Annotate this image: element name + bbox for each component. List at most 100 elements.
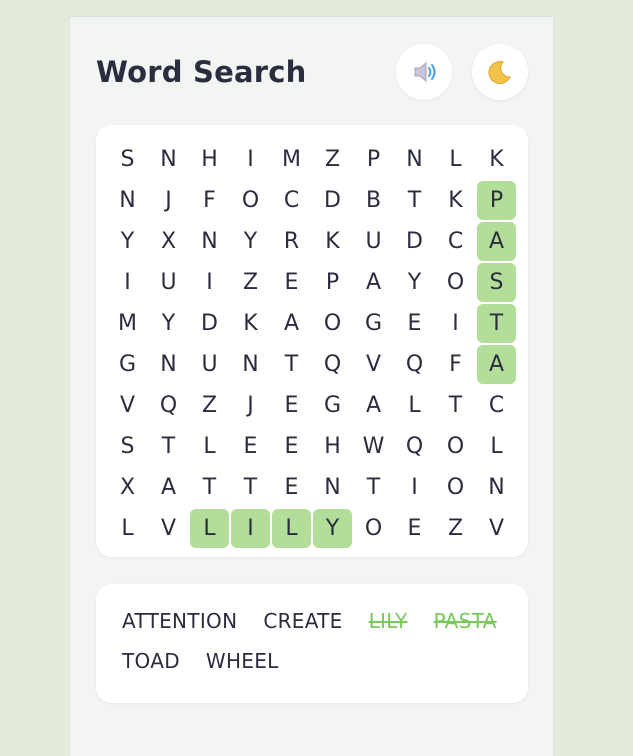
grid-cell[interactable]: Y xyxy=(149,304,188,343)
grid-cell[interactable]: M xyxy=(108,304,147,343)
grid-cell[interactable]: N xyxy=(149,345,188,384)
grid-cell[interactable]: L xyxy=(190,427,229,466)
grid-cell[interactable]: Q xyxy=(313,345,352,384)
grid-cell[interactable]: O xyxy=(231,181,270,220)
grid-cell[interactable]: G xyxy=(108,345,147,384)
grid-cell[interactable]: T xyxy=(477,304,516,343)
grid-cell[interactable]: N xyxy=(395,140,434,179)
grid-cell[interactable]: T xyxy=(272,345,311,384)
grid-cell[interactable]: C xyxy=(477,386,516,425)
grid-cell[interactable]: E xyxy=(272,263,311,302)
grid-cell[interactable]: B xyxy=(354,181,393,220)
grid-cell[interactable]: C xyxy=(272,181,311,220)
grid-cell[interactable]: U xyxy=(354,222,393,261)
grid-cell[interactable]: L xyxy=(477,427,516,466)
grid-cell[interactable]: H xyxy=(313,427,352,466)
grid-cell[interactable]: Z xyxy=(313,140,352,179)
grid-cell[interactable]: A xyxy=(477,222,516,261)
grid-cell[interactable]: H xyxy=(190,140,229,179)
grid-cell[interactable]: Y xyxy=(313,509,352,548)
grid-cell[interactable]: N xyxy=(190,222,229,261)
grid-cell[interactable]: I xyxy=(190,263,229,302)
grid-cell[interactable]: Z xyxy=(436,509,475,548)
grid-cell[interactable]: E xyxy=(231,427,270,466)
grid-cell[interactable]: E xyxy=(272,468,311,507)
grid-cell[interactable]: D xyxy=(313,181,352,220)
grid-cell[interactable]: L xyxy=(395,386,434,425)
grid-cell[interactable]: M xyxy=(272,140,311,179)
grid-cell[interactable]: F xyxy=(190,181,229,220)
grid-cell[interactable]: S xyxy=(108,140,147,179)
grid-cell[interactable]: E xyxy=(272,386,311,425)
grid-cell[interactable]: E xyxy=(272,427,311,466)
grid-cell[interactable]: U xyxy=(149,263,188,302)
grid-cell[interactable]: W xyxy=(354,427,393,466)
grid-cell[interactable]: Y xyxy=(231,222,270,261)
grid-cell[interactable]: A xyxy=(354,263,393,302)
grid-cell[interactable]: G xyxy=(313,386,352,425)
grid-cell[interactable]: V xyxy=(477,509,516,548)
grid-cell[interactable]: A xyxy=(477,345,516,384)
grid-cell[interactable]: X xyxy=(149,222,188,261)
grid-cell[interactable]: I xyxy=(231,509,270,548)
grid-cell[interactable]: K xyxy=(231,304,270,343)
grid-cell[interactable]: T xyxy=(190,468,229,507)
grid-cell[interactable]: Q xyxy=(395,345,434,384)
grid-cell[interactable]: N xyxy=(108,181,147,220)
grid-cell[interactable]: E xyxy=(395,509,434,548)
grid-cell[interactable]: E xyxy=(395,304,434,343)
grid-cell[interactable]: K xyxy=(313,222,352,261)
letter-grid[interactable]: SNHIMZPNLKNJFOCDBTKPYXNYRKUDCAIUIZEPAYOS… xyxy=(107,139,517,549)
grid-cell[interactable]: P xyxy=(477,181,516,220)
grid-cell[interactable]: S xyxy=(477,263,516,302)
grid-cell[interactable]: V xyxy=(354,345,393,384)
grid-cell[interactable]: I xyxy=(231,140,270,179)
grid-cell[interactable]: I xyxy=(108,263,147,302)
grid-cell[interactable]: S xyxy=(108,427,147,466)
grid-cell[interactable]: Y xyxy=(108,222,147,261)
grid-cell[interactable]: D xyxy=(190,304,229,343)
grid-cell[interactable]: T xyxy=(354,468,393,507)
grid-cell[interactable]: A xyxy=(149,468,188,507)
grid-cell[interactable]: L xyxy=(272,509,311,548)
grid-cell[interactable]: O xyxy=(436,468,475,507)
grid-cell[interactable]: A xyxy=(272,304,311,343)
grid-cell[interactable]: K xyxy=(436,181,475,220)
grid-cell[interactable]: L xyxy=(108,509,147,548)
grid-cell[interactable]: V xyxy=(149,509,188,548)
grid-cell[interactable]: A xyxy=(354,386,393,425)
grid-cell[interactable]: O xyxy=(354,509,393,548)
grid-cell[interactable]: U xyxy=(190,345,229,384)
grid-cell[interactable]: Y xyxy=(395,263,434,302)
grid-cell[interactable]: Q xyxy=(395,427,434,466)
grid-cell[interactable]: T xyxy=(231,468,270,507)
grid-cell[interactable]: I xyxy=(436,304,475,343)
theme-toggle-button[interactable] xyxy=(472,44,528,100)
grid-cell[interactable]: Z xyxy=(190,386,229,425)
grid-cell[interactable]: T xyxy=(149,427,188,466)
grid-cell[interactable]: N xyxy=(149,140,188,179)
grid-cell[interactable]: Z xyxy=(231,263,270,302)
grid-cell[interactable]: K xyxy=(477,140,516,179)
grid-cell[interactable]: F xyxy=(436,345,475,384)
grid-cell[interactable]: R xyxy=(272,222,311,261)
grid-cell[interactable]: O xyxy=(313,304,352,343)
grid-cell[interactable]: O xyxy=(436,427,475,466)
grid-cell[interactable]: X xyxy=(108,468,147,507)
grid-cell[interactable]: V xyxy=(108,386,147,425)
grid-cell[interactable]: T xyxy=(395,181,434,220)
grid-cell[interactable]: D xyxy=(395,222,434,261)
grid-cell[interactable]: G xyxy=(354,304,393,343)
grid-cell[interactable]: N xyxy=(477,468,516,507)
grid-cell[interactable]: Q xyxy=(149,386,188,425)
grid-cell[interactable]: P xyxy=(354,140,393,179)
grid-cell[interactable]: L xyxy=(436,140,475,179)
grid-cell[interactable]: J xyxy=(149,181,188,220)
grid-cell[interactable]: L xyxy=(190,509,229,548)
grid-cell[interactable]: O xyxy=(436,263,475,302)
grid-cell[interactable]: N xyxy=(231,345,270,384)
grid-cell[interactable]: T xyxy=(436,386,475,425)
grid-cell[interactable]: I xyxy=(395,468,434,507)
grid-cell[interactable]: P xyxy=(313,263,352,302)
grid-cell[interactable]: J xyxy=(231,386,270,425)
